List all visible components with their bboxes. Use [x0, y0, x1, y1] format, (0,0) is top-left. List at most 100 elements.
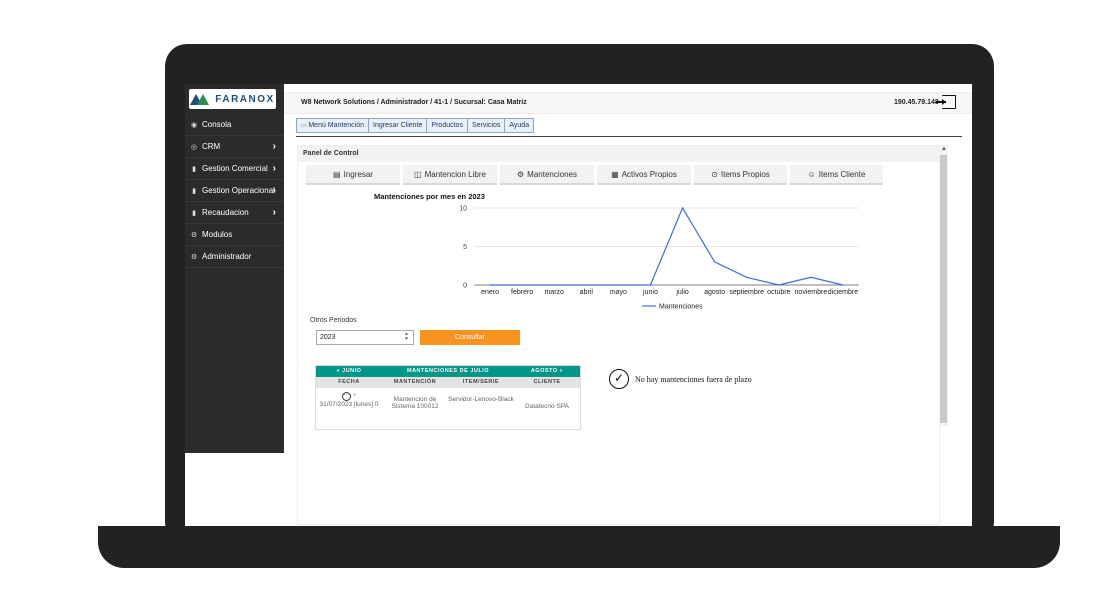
circle-dots-icon: ⊙	[711, 169, 718, 179]
x-tick-label: julio	[675, 289, 689, 296]
menu-productos[interactable]: Productos	[427, 119, 468, 132]
data-point	[489, 284, 491, 286]
x-tick-label: enero	[481, 289, 499, 296]
book-icon: ▮	[192, 209, 196, 217]
sidebar-item-label: Recaudacion	[202, 208, 249, 217]
cliente-cell: Datatecno SPA	[525, 403, 569, 410]
maintenance-table: « JUNIO MANTENCIONES DE JULIO AGOSTO » F…	[315, 365, 581, 430]
data-point	[617, 284, 619, 286]
data-point	[521, 284, 523, 286]
data-point	[810, 276, 812, 278]
table-title: MANTENCIONES DE JULIO	[406, 368, 489, 374]
chart-title: Mantenciones por mes en 2023	[374, 192, 485, 201]
x-tick-label: mayo	[610, 289, 627, 296]
chevron-right-icon: ›	[272, 141, 276, 152]
item-cell: Servidor-Lenovo-Black	[448, 396, 514, 403]
book-icon: ▮	[192, 187, 196, 195]
x-tick-label: junio	[642, 289, 658, 296]
year-input[interactable]: 2023	[316, 330, 414, 345]
chevron-right-icon: ›	[272, 185, 276, 196]
table-header-row: FECHA MANTENCIÓN ITEM/SERIE CLIENTE	[316, 377, 580, 388]
x-tick-label: diciembre	[828, 289, 858, 296]
ingresar-button[interactable]: ▤ Ingresar	[306, 165, 400, 185]
mantencion-libre-button[interactable]: ◫ Mantencion Libre	[403, 165, 497, 185]
data-point	[649, 284, 652, 286]
calendar-edit-icon: ▤	[333, 169, 341, 179]
menu-mantencion[interactable]: ▭ Menú Mantención	[297, 119, 369, 132]
table-row[interactable]: ··· » 31/07/2023 [lunes] 0 Mantencion de …	[316, 389, 580, 429]
sidebar-item-administrador[interactable]: ⚙ Administrador	[185, 246, 284, 268]
menu-bar: ▭ Menú Mantención Ingresar Cliente Produ…	[296, 118, 535, 133]
breadcrumb: W8 Network Solutions / Administrador / 4…	[301, 99, 527, 106]
sidebar-item-label: Gestion Operacional	[202, 186, 275, 195]
eye-icon: ◎	[190, 143, 198, 151]
menu-servicios[interactable]: Servicios	[468, 119, 506, 132]
mantencion-cell: Mantencion de Sistema 100012	[391, 396, 439, 410]
mantenciones-button[interactable]: ⚙ Mantenciones	[500, 165, 594, 185]
y-tick-label: 5	[463, 244, 467, 251]
sidebar-item-modulos[interactable]: ⚙ Modulos	[185, 224, 284, 246]
sidebar-item-consola[interactable]: ◉ Consola	[185, 114, 284, 136]
items-cliente-button[interactable]: ☺ Items Cliente	[790, 165, 883, 185]
sidebar-item-label: Consola	[202, 120, 232, 129]
more-options-icon[interactable]: ···	[342, 392, 352, 401]
sidebar-item-label: Administrador	[202, 252, 252, 261]
dashboard-icon: ◉	[190, 121, 198, 129]
x-tick-label: marzo	[544, 289, 564, 296]
menu-ingresar-cliente[interactable]: Ingresar Cliente	[369, 119, 428, 132]
chevron-right-icon: ›	[272, 207, 276, 218]
vertical-scrollbar[interactable]: ▲	[939, 145, 948, 427]
logout-icon[interactable]	[936, 95, 956, 109]
items-propios-button[interactable]: ⊙ Items Propios	[694, 165, 787, 185]
ip-address: 190.45.79.148	[894, 99, 939, 106]
table-nav-row: « JUNIO MANTENCIONES DE JULIO AGOSTO »	[316, 366, 580, 377]
book-icon: ▮	[192, 165, 196, 173]
otros-periodos-label: Otros Periodos	[310, 317, 357, 324]
calendar-icon: ▦	[611, 169, 619, 179]
y-tick-label: 10	[459, 206, 467, 213]
x-tick-label: noviembre	[795, 289, 828, 296]
activos-propios-button[interactable]: ▦ Activos Propios	[597, 165, 691, 185]
chevron-right-icon: ›	[272, 163, 276, 174]
no-plazo-text: No hay mantenciones fuera de plazo	[635, 374, 752, 384]
mantenciones-chart: Mantenciones por mes en 2023 0 5 10 enero feb…	[374, 192, 859, 311]
sidebar-item-label: Gestion Comercial	[202, 164, 268, 173]
column-header: CLIENTE	[533, 379, 561, 385]
panel-title: Panel de Control	[298, 146, 941, 162]
year-spinner-icon[interactable]: ▲ ▼	[404, 332, 409, 342]
data-point	[585, 284, 587, 286]
faranox-logo[interactable]: FARANOX	[189, 89, 276, 109]
x-tick-label: octubre	[767, 289, 790, 296]
logo-mark-icon	[190, 93, 212, 105]
gears-icon: ⚙	[190, 231, 198, 239]
logo-text: FARANOX	[215, 93, 275, 105]
data-point	[842, 284, 844, 286]
consultar-button[interactable]: Consultar	[420, 330, 520, 345]
sidebar-item-crm[interactable]: ◎ CRM ›	[185, 136, 284, 158]
app-screen: FARANOX ◉ Consola ◎ CRM › ▮ Gestion Comercial ›…	[185, 84, 972, 526]
data-point	[746, 276, 748, 278]
sidebar: FARANOX ◉ Consola ◎ CRM › ▮ Gestion Comercial ›…	[185, 84, 284, 453]
prev-month-link[interactable]: « JUNIO	[316, 366, 382, 377]
sidebar-item-label: Modulos	[202, 230, 233, 239]
x-tick-label: febrero	[511, 289, 533, 296]
data-point	[681, 207, 684, 209]
data-point	[553, 284, 555, 286]
laptop-base	[98, 526, 1060, 568]
y-tick-label: 0	[463, 283, 467, 290]
x-tick-label: agosto	[704, 289, 725, 296]
main-content: W8 Network Solutions / Administrador / 4…	[284, 84, 972, 526]
sidebar-item-gestion-comercial[interactable]: ▮ Gestion Comercial ›	[185, 158, 284, 180]
data-point	[778, 284, 780, 286]
column-header: MANTENCIÓN	[393, 379, 437, 385]
scroll-thumb[interactable]	[940, 155, 947, 423]
top-bar: W8 Network Solutions / Administrador / 4…	[284, 92, 972, 114]
data-point	[714, 261, 716, 263]
sidebar-item-recaudacion[interactable]: ▮ Recaudacion ›	[185, 202, 284, 224]
no-plazo-status: ✓ No hay mantenciones fuera de plazo	[609, 369, 752, 389]
menu-ayuda[interactable]: Ayuda	[505, 119, 533, 132]
scroll-up-icon[interactable]: ▲	[941, 146, 947, 152]
next-month-link[interactable]: AGOSTO »	[514, 366, 580, 377]
sidebar-item-gestion-operacional[interactable]: ▮ Gestion Operacional ›	[185, 180, 284, 202]
legend-label: Mantenciones	[659, 304, 703, 311]
